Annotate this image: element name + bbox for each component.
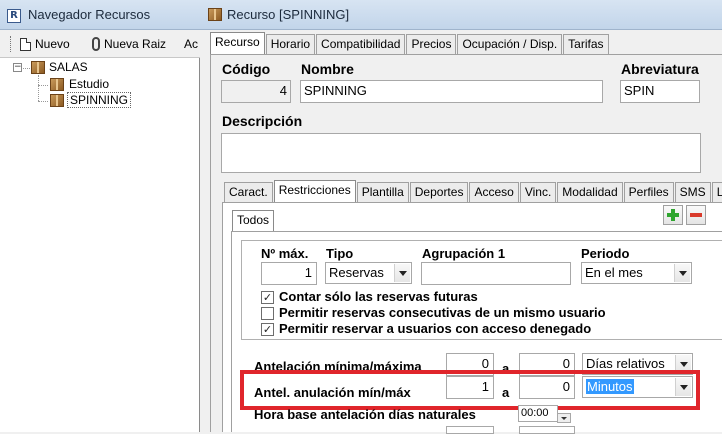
highlight-annotation-box (240, 370, 700, 410)
paperclip-icon (92, 37, 100, 51)
tab-deportes[interactable]: Deportes (409, 182, 469, 202)
abreviatura-label: Abreviatura (621, 61, 699, 77)
toolbar-grip[interactable] (10, 36, 12, 52)
resource-tree: − SALAS Estudio SPINNING (0, 58, 200, 432)
restriction-set-tabs: Todos (232, 210, 275, 232)
chevron-down-icon[interactable] (394, 264, 410, 282)
navigator-title: Navegador Recursos (28, 7, 151, 22)
navigator-titlebar[interactable]: R Navegador Recursos (0, 0, 200, 30)
codigo-field: 4 (221, 80, 291, 103)
nombre-field[interactable]: SPINNING (300, 80, 603, 103)
tab-compatibilidad[interactable]: Compatibilidad (316, 34, 406, 54)
tipo-select[interactable]: Reservas (325, 262, 412, 284)
new-root-button[interactable]: Nueva Raiz (92, 36, 166, 52)
tab-horario[interactable]: Horario (265, 34, 316, 54)
app-icon: R (7, 9, 21, 23)
tab-tarifas[interactable]: Tarifas (563, 34, 609, 54)
descripcion-label: Descripción (222, 113, 303, 129)
resource-box-icon (50, 94, 64, 107)
tree-connector (38, 75, 39, 101)
nombre-label: Nombre (301, 61, 354, 77)
next-row-min-input[interactable] (446, 426, 494, 434)
tab-modalidad[interactable]: Modalidad (557, 182, 623, 202)
reservas-consecutivas-checkbox[interactable] (261, 307, 274, 320)
antelacion-unit-value: Días relativos (586, 356, 665, 371)
new-button-label: Nuevo (35, 37, 70, 51)
hora-base-spin-icon[interactable] (557, 413, 571, 423)
resource-title: Recurso [SPINNING] (227, 7, 350, 22)
hora-base-label: Hora base antelación días naturales (254, 407, 476, 422)
resource-titlebar[interactable]: Recurso [SPINNING] (200, 0, 722, 30)
contar-futuras-label: Contar sólo las reservas futuras (279, 289, 478, 304)
resource-box-icon (208, 8, 222, 21)
periodo-select[interactable]: En el mes (581, 262, 692, 284)
codigo-label: Código (222, 61, 271, 77)
next-row-max-input[interactable] (519, 426, 575, 434)
tree-connector (38, 85, 48, 86)
plus-icon (667, 209, 679, 221)
acceso-denegado-label: Permitir reservar a usuarios con acceso … (279, 321, 592, 336)
tab-plantilla[interactable]: Plantilla (356, 182, 409, 202)
remove-restriction-button[interactable] (686, 205, 706, 225)
tree-item-salas[interactable]: SALAS (49, 60, 88, 74)
tipo-select-value: Reservas (329, 265, 384, 280)
tab-perfiles[interactable]: Perfiles (623, 182, 674, 202)
n-max-input[interactable]: 1 (261, 262, 317, 285)
abreviatura-field[interactable]: SPIN (620, 80, 700, 103)
navigator-toolbar: Nuevo Nueva Raiz Ac (0, 30, 200, 58)
tab-vinc[interactable]: Vinc. (519, 182, 557, 202)
agrupacion-header: Agrupación 1 (422, 246, 506, 261)
resource-tabs: Recurso Horario Compatibilidad Precios O… (210, 32, 610, 54)
acceso-denegado-checkbox[interactable]: ✓ (261, 323, 274, 336)
navigator-window: R Navegador Recursos Nuevo Nueva Raiz Ac… (0, 0, 200, 432)
n-max-header: Nº máx. (261, 246, 309, 261)
new-root-button-label: Nueva Raiz (104, 37, 167, 51)
new-document-icon (20, 37, 31, 51)
truncated-toolbar-label: Ac (184, 37, 199, 51)
truncated-toolbar-button[interactable]: Ac (184, 36, 198, 52)
folder-box-icon (31, 61, 45, 74)
hora-base-input[interactable]: 00:00 (518, 405, 558, 422)
tab-acceso[interactable]: Acceso (469, 182, 519, 202)
tree-connector (23, 68, 30, 69)
tree-item-spinning[interactable]: SPINNING (67, 92, 132, 108)
add-restriction-button[interactable] (663, 205, 683, 225)
tab-caract[interactable]: Caract. (224, 182, 273, 202)
tab-todos[interactable]: Todos (232, 210, 275, 232)
periodo-header: Periodo (581, 246, 630, 261)
contar-futuras-checkbox[interactable]: ✓ (261, 291, 274, 304)
new-button[interactable]: Nuevo (20, 36, 70, 52)
reservas-consecutivas-label: Permitir reservas consecutivas de un mis… (279, 305, 606, 320)
tipo-header: Tipo (326, 246, 354, 261)
descripcion-field[interactable] (221, 133, 701, 173)
periodo-select-value: En el mes (585, 265, 643, 280)
agrupacion-input[interactable] (421, 262, 571, 285)
resource-box-icon (50, 78, 64, 91)
tab-luz[interactable]: Luz (711, 182, 722, 202)
tree-connector (38, 101, 48, 102)
tree-item-estudio[interactable]: Estudio (69, 77, 109, 91)
resource-detail-tabs: Caract. Restricciones Plantilla Deportes… (224, 180, 722, 202)
tab-precios[interactable]: Precios (406, 34, 457, 54)
chevron-down-icon[interactable] (674, 264, 690, 282)
tree-collapse-toggle[interactable]: − (13, 63, 22, 72)
tab-ocupacion[interactable]: Ocupación / Disp. (457, 34, 563, 54)
tab-recurso[interactable]: Recurso (210, 32, 265, 54)
tab-sms[interactable]: SMS (674, 182, 711, 202)
tab-restricciones[interactable]: Restricciones (273, 180, 356, 202)
minus-icon (690, 213, 702, 217)
